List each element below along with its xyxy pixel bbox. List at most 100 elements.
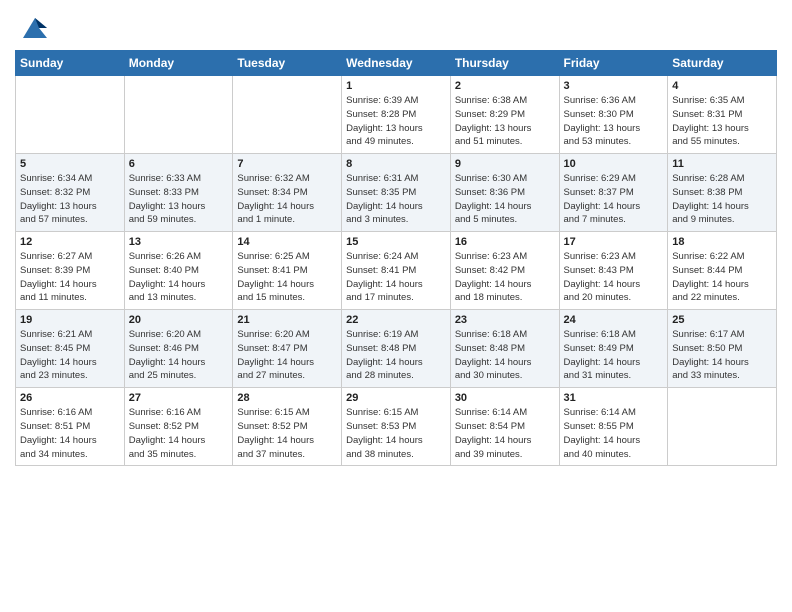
day-info: Sunrise: 6:17 AM Sunset: 8:50 PM Dayligh… (672, 328, 772, 383)
calendar-cell: 15Sunrise: 6:24 AM Sunset: 8:41 PM Dayli… (342, 232, 451, 310)
calendar-cell: 22 Sunrise: 6:19 AM Sunset: 8:48 PM Dayli… (342, 310, 451, 388)
day-number: 24 (564, 314, 664, 326)
day-info: Sunrise: 6:19 AM Sunset: 8:48 PM Dayligh… (346, 328, 446, 383)
page: SundayMondayTuesdayWednesdayThursdayFrid… (0, 0, 792, 481)
calendar-cell: 16 Sunrise: 6:23 AM Sunset: 8:42 PM Dayli… (450, 232, 559, 310)
day-number: 11 (672, 158, 772, 170)
calendar-day-header: Monday (124, 51, 233, 76)
day-number: 26 (20, 392, 120, 404)
day-info: Sunrise: 6:28 AM Sunset: 8:38 PM Dayligh… (672, 172, 772, 227)
day-info: Sunrise: 6:26 AM Sunset: 8:40 PM Dayligh… (129, 250, 229, 305)
calendar-cell: 24 Sunrise: 6:18 AM Sunset: 8:49 PM Dayli… (559, 310, 668, 388)
day-info: Sunrise: 6:23 AM Sunset: 8:43 PM Dayligh… (564, 250, 664, 305)
day-number: 23 (455, 314, 555, 326)
calendar-cell: 7 Sunrise: 6:32 AM Sunset: 8:34 PM Daylig… (233, 154, 342, 232)
calendar-cell: 10 Sunrise: 6:29 AM Sunset: 8:37 PM Dayli… (559, 154, 668, 232)
day-number: 5 (20, 158, 120, 170)
calendar-cell: 12 Sunrise: 6:27 AM Sunset: 8:39 PM Dayli… (16, 232, 125, 310)
logo (15, 10, 51, 42)
calendar-table: SundayMondayTuesdayWednesdayThursdayFrid… (15, 50, 777, 466)
day-info: Sunrise: 6:15 AM Sunset: 8:52 PM Dayligh… (237, 406, 337, 461)
calendar-cell: 14 Sunrise: 6:25 AM Sunset: 8:41 PM Dayli… (233, 232, 342, 310)
logo-icon (19, 10, 51, 42)
day-info: Sunrise: 6:33 AM Sunset: 8:33 PM Dayligh… (129, 172, 229, 227)
day-number: 15 (346, 236, 446, 248)
day-info: Sunrise: 6:39 AM Sunset: 8:28 PM Dayligh… (346, 94, 446, 149)
calendar-week-row: 1 Sunrise: 6:39 AM Sunset: 8:28 PM Daylig… (16, 76, 777, 154)
day-info: Sunrise: 6:38 AM Sunset: 8:29 PM Dayligh… (455, 94, 555, 149)
calendar-cell: 1 Sunrise: 6:39 AM Sunset: 8:28 PM Daylig… (342, 76, 451, 154)
day-info: Sunrise: 6:18 AM Sunset: 8:48 PM Dayligh… (455, 328, 555, 383)
day-info: Sunrise: 6:14 AM Sunset: 8:55 PM Dayligh… (564, 406, 664, 461)
day-number: 6 (129, 158, 229, 170)
day-number: 22 (346, 314, 446, 326)
day-info: Sunrise: 6:18 AM Sunset: 8:49 PM Dayligh… (564, 328, 664, 383)
day-info: Sunrise: 6:34 AM Sunset: 8:32 PM Dayligh… (20, 172, 120, 227)
day-number: 17 (564, 236, 664, 248)
calendar-cell (16, 76, 125, 154)
day-number: 9 (455, 158, 555, 170)
day-number: 7 (237, 158, 337, 170)
day-info: Sunrise: 6:27 AM Sunset: 8:39 PM Dayligh… (20, 250, 120, 305)
calendar-cell: 13Sunrise: 6:26 AM Sunset: 8:40 PM Dayli… (124, 232, 233, 310)
day-info: Sunrise: 6:36 AM Sunset: 8:30 PM Dayligh… (564, 94, 664, 149)
calendar-cell: 3 Sunrise: 6:36 AM Sunset: 8:30 PM Daylig… (559, 76, 668, 154)
calendar-cell: 4 Sunrise: 6:35 AM Sunset: 8:31 PM Daylig… (668, 76, 777, 154)
calendar-cell (668, 388, 777, 466)
day-number: 20 (129, 314, 229, 326)
calendar-cell (124, 76, 233, 154)
calendar-day-header: Saturday (668, 51, 777, 76)
calendar-day-header: Friday (559, 51, 668, 76)
day-info: Sunrise: 6:32 AM Sunset: 8:34 PM Dayligh… (237, 172, 337, 227)
day-info: Sunrise: 6:22 AM Sunset: 8:44 PM Dayligh… (672, 250, 772, 305)
calendar-cell: 11 Sunrise: 6:28 AM Sunset: 8:38 PM Dayli… (668, 154, 777, 232)
day-number: 19 (20, 314, 120, 326)
calendar-week-row: 19 Sunrise: 6:21 AM Sunset: 8:45 PM Dayli… (16, 310, 777, 388)
day-number: 4 (672, 80, 772, 92)
calendar-day-header: Tuesday (233, 51, 342, 76)
day-info: Sunrise: 6:35 AM Sunset: 8:31 PM Dayligh… (672, 94, 772, 149)
day-number: 10 (564, 158, 664, 170)
day-number: 12 (20, 236, 120, 248)
day-info: Sunrise: 6:15 AM Sunset: 8:53 PM Dayligh… (346, 406, 446, 461)
calendar-cell: 29 Sunrise: 6:15 AM Sunset: 8:53 PM Dayli… (342, 388, 451, 466)
day-info: Sunrise: 6:29 AM Sunset: 8:37 PM Dayligh… (564, 172, 664, 227)
day-number: 1 (346, 80, 446, 92)
calendar-cell: 30Sunrise: 6:14 AM Sunset: 8:54 PM Dayli… (450, 388, 559, 466)
header (15, 10, 777, 42)
calendar-cell: 2 Sunrise: 6:38 AM Sunset: 8:29 PM Daylig… (450, 76, 559, 154)
day-info: Sunrise: 6:25 AM Sunset: 8:41 PM Dayligh… (237, 250, 337, 305)
day-number: 2 (455, 80, 555, 92)
calendar-cell: 25 Sunrise: 6:17 AM Sunset: 8:50 PM Dayli… (668, 310, 777, 388)
calendar-cell: 6 Sunrise: 6:33 AM Sunset: 8:33 PM Daylig… (124, 154, 233, 232)
day-info: Sunrise: 6:31 AM Sunset: 8:35 PM Dayligh… (346, 172, 446, 227)
day-number: 30 (455, 392, 555, 404)
day-info: Sunrise: 6:20 AM Sunset: 8:46 PM Dayligh… (129, 328, 229, 383)
calendar-cell: 5 Sunrise: 6:34 AM Sunset: 8:32 PM Daylig… (16, 154, 125, 232)
day-number: 3 (564, 80, 664, 92)
calendar-cell (233, 76, 342, 154)
day-number: 31 (564, 392, 664, 404)
calendar-header-row: SundayMondayTuesdayWednesdayThursdayFrid… (16, 51, 777, 76)
day-number: 21 (237, 314, 337, 326)
calendar-cell: 18Sunrise: 6:22 AM Sunset: 8:44 PM Dayli… (668, 232, 777, 310)
calendar-week-row: 12 Sunrise: 6:27 AM Sunset: 8:39 PM Dayli… (16, 232, 777, 310)
day-number: 14 (237, 236, 337, 248)
day-number: 28 (237, 392, 337, 404)
day-number: 25 (672, 314, 772, 326)
calendar-cell: 31 Sunrise: 6:14 AM Sunset: 8:55 PM Dayli… (559, 388, 668, 466)
calendar-week-row: 26 Sunrise: 6:16 AM Sunset: 8:51 PM Dayli… (16, 388, 777, 466)
day-info: Sunrise: 6:21 AM Sunset: 8:45 PM Dayligh… (20, 328, 120, 383)
calendar-cell: 19 Sunrise: 6:21 AM Sunset: 8:45 PM Dayli… (16, 310, 125, 388)
calendar-cell: 20 Sunrise: 6:20 AM Sunset: 8:46 PM Dayli… (124, 310, 233, 388)
calendar-cell: 26 Sunrise: 6:16 AM Sunset: 8:51 PM Dayli… (16, 388, 125, 466)
calendar-day-header: Sunday (16, 51, 125, 76)
day-info: Sunrise: 6:23 AM Sunset: 8:42 PM Dayligh… (455, 250, 555, 305)
day-number: 16 (455, 236, 555, 248)
day-number: 29 (346, 392, 446, 404)
calendar-cell: 23 Sunrise: 6:18 AM Sunset: 8:48 PM Dayli… (450, 310, 559, 388)
calendar-cell: 21Sunrise: 6:20 AM Sunset: 8:47 PM Dayli… (233, 310, 342, 388)
calendar-week-row: 5 Sunrise: 6:34 AM Sunset: 8:32 PM Daylig… (16, 154, 777, 232)
day-info: Sunrise: 6:16 AM Sunset: 8:51 PM Dayligh… (20, 406, 120, 461)
calendar-day-header: Wednesday (342, 51, 451, 76)
